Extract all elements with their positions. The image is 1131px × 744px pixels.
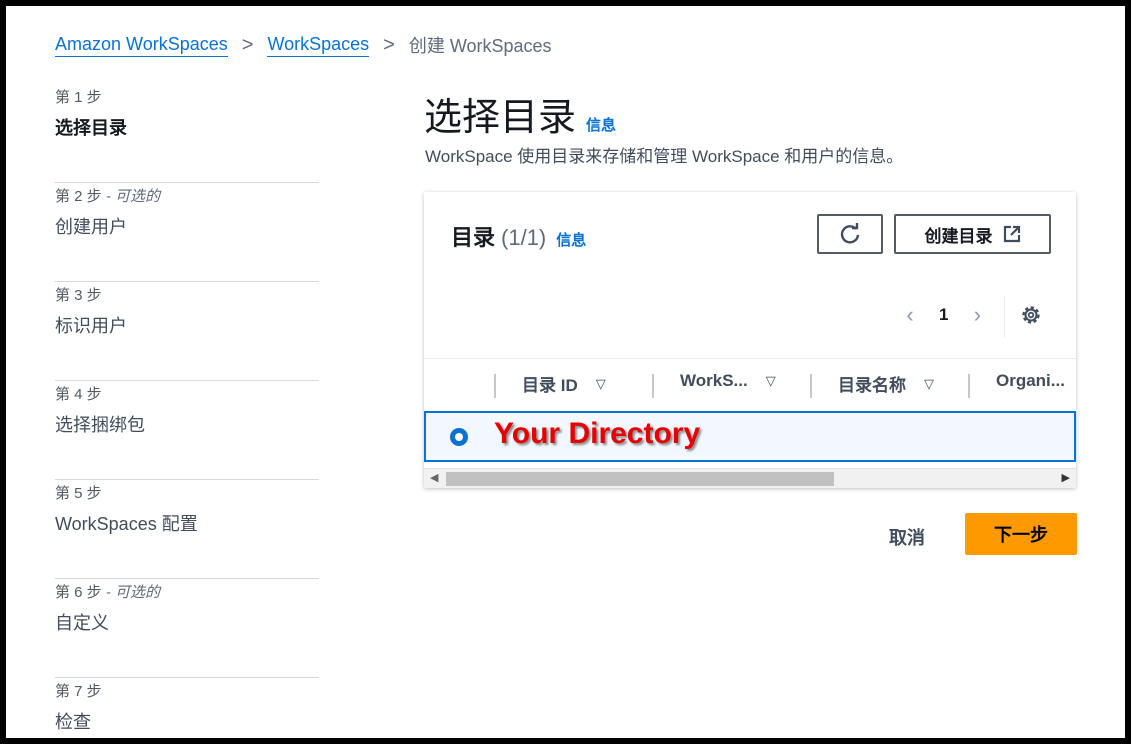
column-label: WorkS... [680,371,748,390]
wizard-step-2[interactable]: 第 2 步 - 可选的 创建用户 [55,183,319,282]
step-title: 选择目录 [55,118,127,138]
table-row[interactable]: Your Directory [424,411,1076,462]
column-divider[interactable] [652,374,654,398]
scroll-left-icon[interactable]: ◀ [430,471,438,484]
step-title: 检查 [55,712,91,732]
breadcrumb: Amazon WorkSpaces > WorkSpaces > 创建 Work… [55,32,552,58]
sort-icon[interactable]: ▽ [596,376,606,392]
sort-icon[interactable]: ▽ [766,373,776,389]
step-title: 创建用户 [55,217,127,237]
step-number: 第 7 步 [55,683,102,700]
row-radio-button[interactable] [450,428,468,446]
step-title: 自定义 [55,613,109,633]
wizard-step-6[interactable]: 第 6 步 - 可选的 自定义 [55,579,319,678]
step-number: 第 5 步 [55,485,102,502]
breadcrumb-separator-icon: > [241,33,254,56]
directory-panel: 目录 (1/1) 信息 创建目录 ‹ 1 › 目录 ID ▽ WorkS... … [424,192,1076,488]
column-header-organization[interactable]: Organi... [996,371,1065,391]
info-link[interactable]: 信息 [586,114,616,135]
page-title: 选择目录 [424,97,577,139]
column-divider[interactable] [810,374,812,398]
wizard-step-3[interactable]: 第 3 步 标识用户 [55,282,319,381]
step-number: 第 6 步 [55,584,102,601]
page-description: WorkSpace 使用目录来存储和管理 WorkSpace 和用户的信息。 [425,147,904,166]
horizontal-scrollbar[interactable]: ◀ ▶ [424,468,1076,488]
wizard-step-7[interactable]: 第 7 步 检查 [55,678,319,738]
step-optional-label: - 可选的 [101,584,161,601]
scrollbar-thumb[interactable] [446,472,834,486]
step-title: 选择捆绑包 [55,415,145,435]
step-optional-label: - 可选的 [101,188,161,205]
chevron-left-icon[interactable]: ‹ [899,302,921,328]
breadcrumb-link-workspaces[interactable]: WorkSpaces [267,34,370,57]
column-divider[interactable] [494,374,496,398]
column-header-directory-id[interactable]: 目录 ID ▽ [522,371,606,396]
panel-header: 目录 (1/1) 信息 [451,220,586,252]
step-number: 第 2 步 [55,188,102,205]
step-title: 标识用户 [55,316,127,336]
step-title: WorkSpaces 配置 [55,514,198,534]
wizard-step-1[interactable]: 第 1 步 选择目录 [55,84,319,183]
column-label: 目录名称 [838,376,906,395]
page-frame: Amazon WorkSpaces > WorkSpaces > 创建 Work… [6,6,1125,738]
table-header: 目录 ID ▽ WorkS... ▽ 目录名称 ▽ Organi... [424,358,1076,410]
panel-title: 目录 [451,225,496,250]
column-divider[interactable] [968,374,970,398]
wizard-step-5[interactable]: 第 5 步 WorkSpaces 配置 [55,480,319,579]
wizard-step-4[interactable]: 第 4 步 选择捆绑包 [55,381,319,480]
wizard-steps: 第 1 步 选择目录 第 2 步 - 可选的 创建用户 第 3 步 标识用户 第… [55,84,319,738]
cancel-button[interactable]: 取消 [889,524,925,550]
pagination: ‹ 1 › [899,302,988,328]
step-number: 第 4 步 [55,386,102,403]
sort-icon[interactable]: ▽ [924,376,934,392]
next-step-button[interactable]: 下一步 [965,513,1077,555]
breadcrumb-separator-icon: > [383,33,395,56]
page-number[interactable]: 1 [939,305,948,325]
column-header-directory-name[interactable]: 目录名称 ▽ [838,371,934,396]
column-header-workspaces[interactable]: WorkS... ▽ [680,371,776,391]
panel-info-link[interactable]: 信息 [556,229,586,250]
refresh-icon [840,223,860,244]
selection-count: (1/1) [501,225,547,250]
breadcrumb-current: 创建 WorkSpaces [408,36,552,56]
column-label: 目录 ID [522,376,578,395]
page-title-row: 选择目录 信息 [424,86,616,141]
column-label: Organi... [996,371,1065,390]
directory-annotation-label: Your Directory [494,417,701,450]
gear-icon[interactable] [1020,304,1042,326]
breadcrumb-link-amazon-workspaces[interactable]: Amazon WorkSpaces [55,34,228,57]
refresh-button[interactable] [817,214,883,254]
create-directory-label: 创建目录 [924,226,993,246]
step-number: 第 3 步 [55,287,102,304]
external-link-icon [1003,225,1020,243]
step-number: 第 1 步 [55,89,102,106]
chevron-right-icon[interactable]: › [966,302,988,328]
create-directory-button[interactable]: 创建目录 [894,214,1051,254]
divider [1004,296,1005,338]
scroll-right-icon[interactable]: ▶ [1062,471,1070,484]
